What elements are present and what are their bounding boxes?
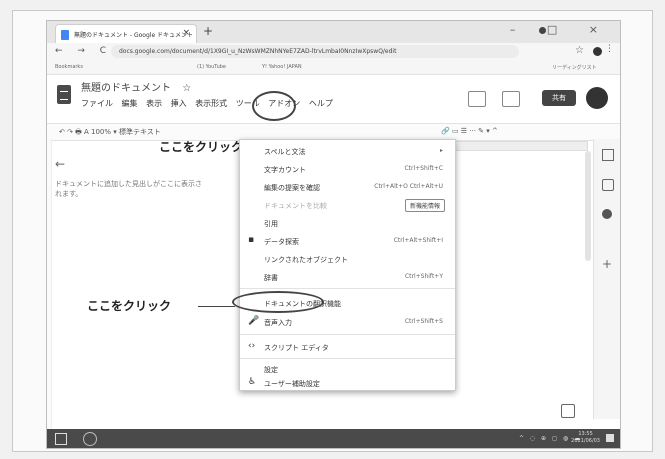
menu-item-script-editor[interactable]: ‹› スクリプト エディタ — [240, 340, 455, 354]
comment-history-icon[interactable] — [468, 91, 486, 107]
profile-icon[interactable] — [593, 47, 602, 56]
voice-typing-highlight-circle — [232, 291, 324, 313]
annotation-click-here-tools: ここをクリック — [159, 140, 244, 154]
toolbar-right-group[interactable]: 🔗 ▭ ☰ ··· ✎ ▾ ^ — [441, 127, 498, 135]
header-actions: 共有 — [460, 87, 610, 111]
avatar[interactable] — [586, 87, 608, 109]
docs-favicon-icon — [61, 30, 69, 40]
present-icon[interactable] — [502, 91, 520, 107]
menu-format[interactable]: 表示形式 — [195, 99, 227, 108]
url-field[interactable]: docs.google.com/document/d/1X9GI_u_NzWsW… — [111, 45, 519, 58]
tab-close-icon[interactable]: × — [182, 28, 190, 38]
bookmark-star-icon[interactable]: ☆ — [575, 45, 584, 56]
document-outline: ← ドキュメントに追加した見出しがここに表示されます。 — [55, 157, 205, 199]
chrome-taskbar-icon[interactable] — [83, 432, 97, 446]
new-feature-badge: 新機能情報 — [404, 199, 445, 212]
menu-separator — [240, 358, 455, 359]
menu-separator — [240, 288, 455, 289]
browser-tab[interactable]: 無題のドキュメント - Google ドキュメント × — [55, 24, 197, 44]
doc-title[interactable]: 無題のドキュメント — [81, 83, 171, 94]
annotation-leader-line — [198, 306, 235, 307]
browser-menu-icon[interactable]: ⋮ — [605, 44, 614, 54]
menu-insert[interactable]: 挿入 — [171, 99, 187, 108]
docs-logo-icon[interactable] — [57, 85, 71, 104]
menu-help[interactable]: ヘルプ — [309, 99, 333, 108]
menu-item-citations[interactable]: 引用 — [240, 216, 455, 230]
left-ruler — [47, 139, 52, 429]
menu-item-preferences[interactable]: 設定 — [240, 362, 455, 376]
menu-item-linked-objects[interactable]: リンクされたオブジェクト — [240, 252, 455, 266]
bookmarks-bar: Bookmarks (1) YouTube Y! Yahoo! JAPAN リー… — [47, 61, 620, 75]
menu-file[interactable]: ファイル — [81, 99, 113, 108]
taskbar-clock[interactable]: 13:55 2021/06/03 — [571, 431, 600, 445]
tab-bar: 無題のドキュメント - Google ドキュメント × + – □ × — [47, 21, 620, 44]
menu-separator — [240, 334, 455, 335]
doc-title-row: 無題のドキュメント ☆ — [81, 79, 191, 94]
menu-item-compare-documents[interactable]: ドキュメントを比較 新機能情報 — [240, 198, 455, 212]
calendar-icon[interactable] — [602, 149, 614, 161]
bookmark-item[interactable]: Bookmarks — [55, 64, 83, 70]
accessibility-icon: ♿ — [248, 377, 257, 387]
menu-item-word-count[interactable]: 文字カウント Ctrl+Shift+C — [240, 162, 455, 176]
menu-item-dictionary[interactable]: 辞書 Ctrl+Shift+Y — [240, 270, 455, 284]
star-icon[interactable]: ☆ — [182, 83, 191, 94]
menu-view[interactable]: 表示 — [146, 99, 162, 108]
share-button[interactable]: 共有 — [542, 90, 576, 106]
menu-item-explore[interactable]: ▪ データ探索 Ctrl+Alt+Shift+I — [240, 234, 455, 248]
tasks-icon[interactable] — [602, 209, 612, 219]
scrollbar[interactable] — [585, 151, 591, 261]
bookmark-item[interactable]: リーディングリスト — [552, 64, 597, 71]
browser-window: 無題のドキュメント - Google ドキュメント × + – □ × ← → … — [46, 20, 621, 449]
microphone-icon: 🎤 — [248, 316, 260, 326]
outline-placeholder: ドキュメントに追加した見出しがここに表示されます。 — [55, 180, 202, 198]
start-icon[interactable] — [55, 433, 67, 445]
tools-dropdown-menu: スペルと文法 ▸ 文字カウント Ctrl+Shift+C 編集の提案を確認 Ct… — [239, 139, 456, 391]
menu-edit[interactable]: 編集 — [122, 99, 138, 108]
explore-menu-icon: ▪ — [248, 235, 255, 245]
menu-item-accessibility[interactable]: ♿ ユーザー補助設定 — [240, 376, 455, 390]
menu-item-voice-typing[interactable]: 🎤 音声入力 Ctrl+Shift+S — [240, 315, 455, 329]
outline-back-icon[interactable]: ← — [55, 157, 205, 171]
tools-highlight-circle — [252, 91, 296, 121]
windows-taskbar: ^ ◌ ⊕ ◻ ◍ ☁ 13:55 2021/06/03 — [47, 429, 620, 448]
tab-title: 無題のドキュメント - Google ドキュメント — [74, 32, 194, 39]
explore-icon[interactable] — [561, 404, 575, 418]
bookmark-item[interactable]: (1) YouTube — [197, 64, 226, 70]
address-bar-row: ← → C ⌂ docs.google.com/document/d/1X9GI… — [47, 43, 620, 62]
code-icon: ‹› — [248, 341, 256, 351]
docs-menubar: ファイル 編集 表示 挿入 表示形式 ツール アドオン ヘルプ — [81, 98, 339, 109]
annotation-click-here-voice: ここをクリック — [87, 299, 172, 313]
clock-time: 13:55 — [578, 431, 593, 437]
keep-icon[interactable] — [602, 179, 614, 191]
new-tab-button[interactable]: + — [203, 24, 213, 38]
add-addon-icon[interactable]: + — [602, 258, 612, 270]
notification-icon[interactable] — [606, 434, 614, 442]
menu-item-spelling[interactable]: スペルと文法 ▸ — [240, 144, 455, 158]
side-panel-rail: + — [593, 139, 620, 419]
bookmark-item[interactable]: Y! Yahoo! JAPAN — [262, 64, 302, 70]
clock-date: 2021/06/03 — [571, 438, 600, 444]
toolbar-left-group[interactable]: ↶ ↷ 🖶 A 100% ▾ 標準テキスト — [59, 127, 161, 139]
menu-item-review-suggestions[interactable]: 編集の提案を確認 Ctrl+Alt+O Ctrl+Alt+U — [240, 180, 455, 194]
window-controls[interactable]: – □ × — [510, 23, 612, 36]
